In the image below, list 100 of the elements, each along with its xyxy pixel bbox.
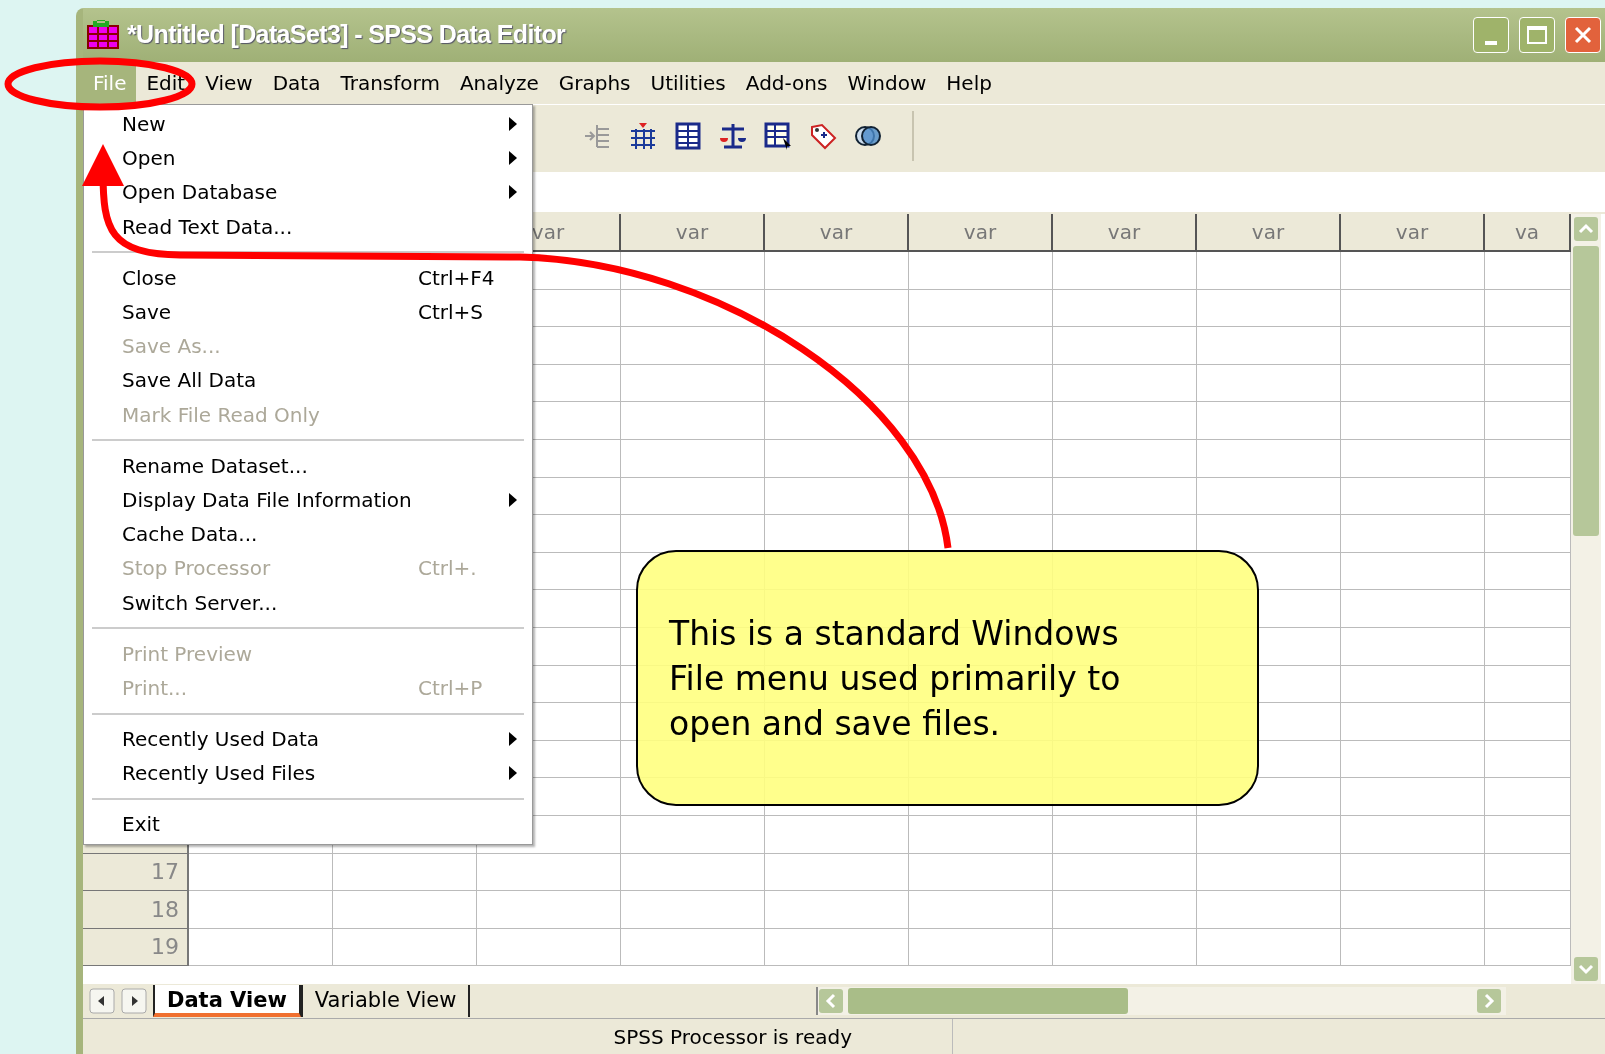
sheet-tab[interactable]: Variable View	[300, 985, 471, 1017]
table-cell[interactable]	[1341, 252, 1485, 290]
table-cell[interactable]	[1197, 815, 1341, 854]
table-cell[interactable]	[1053, 853, 1197, 892]
table-cell[interactable]	[333, 891, 477, 929]
table-cell[interactable]	[1053, 289, 1197, 328]
table-cell[interactable]	[1053, 327, 1197, 365]
table-cell[interactable]	[1197, 477, 1341, 516]
table-cell[interactable]	[621, 402, 765, 440]
table-cell[interactable]	[765, 402, 909, 440]
menu-entry[interactable]: Cache Data...	[84, 517, 532, 552]
maximize-button[interactable]	[1519, 17, 1555, 53]
table-cell[interactable]	[189, 928, 333, 967]
table-cell[interactable]	[909, 327, 1053, 365]
menu-entry[interactable]: Recently Used Files	[84, 756, 532, 791]
table-cell[interactable]	[1197, 402, 1341, 440]
tab-right-icon[interactable]	[121, 988, 147, 1014]
table-cell[interactable]	[477, 928, 621, 967]
table-cell[interactable]	[1341, 815, 1485, 854]
table-cell[interactable]	[621, 928, 765, 967]
table-cell[interactable]	[909, 928, 1053, 967]
column-header[interactable]: var	[621, 214, 765, 252]
table-cell[interactable]	[1053, 252, 1197, 290]
table-cell[interactable]	[909, 477, 1053, 516]
table-cell[interactable]	[1053, 364, 1197, 403]
grid-select-icon[interactable]	[763, 120, 793, 151]
table-cell[interactable]	[621, 853, 765, 892]
table-cell[interactable]	[1197, 439, 1341, 478]
table-cell[interactable]	[1341, 327, 1485, 365]
table-cell[interactable]	[1341, 891, 1485, 929]
table-cell[interactable]	[1341, 853, 1485, 892]
table-cell[interactable]	[189, 891, 333, 929]
table-cell[interactable]	[909, 891, 1053, 929]
table-cell[interactable]	[765, 252, 909, 290]
table-cell[interactable]	[1197, 289, 1341, 328]
table-cell[interactable]	[1341, 928, 1485, 967]
table-cell[interactable]	[909, 252, 1053, 290]
table-cell[interactable]	[909, 815, 1053, 854]
table-cell[interactable]	[189, 853, 333, 892]
table-cell[interactable]	[1341, 703, 1485, 741]
menu-item[interactable]: Window	[837, 62, 937, 104]
table-cell[interactable]	[621, 252, 765, 290]
scroll-left-icon[interactable]	[818, 988, 845, 1014]
table-cell[interactable]	[621, 477, 765, 516]
table-cell[interactable]	[1197, 252, 1341, 290]
scroll-down-icon[interactable]	[1573, 956, 1599, 982]
table-cell[interactable]	[1053, 439, 1197, 478]
table-cell[interactable]	[909, 402, 1053, 440]
menu-item[interactable]: Transform	[330, 62, 450, 104]
table-cell[interactable]	[1341, 627, 1485, 666]
table-cell[interactable]	[1053, 477, 1197, 516]
menu-item[interactable]: Graphs	[548, 62, 641, 104]
table-cell[interactable]	[477, 891, 621, 929]
table-cell[interactable]	[621, 439, 765, 478]
scroll-thumb[interactable]	[1573, 246, 1599, 536]
table-cell[interactable]	[909, 364, 1053, 403]
column-header[interactable]: var	[1197, 214, 1341, 252]
table-cell[interactable]	[1341, 364, 1485, 403]
scroll-up-icon[interactable]	[1573, 216, 1599, 242]
menu-entry[interactable]: Close Ctrl+F4	[84, 260, 532, 295]
sheet-tab[interactable]: Data View	[153, 985, 301, 1017]
menu-item[interactable]: Add-ons	[735, 62, 838, 104]
table-cell[interactable]	[909, 439, 1053, 478]
table-cell[interactable]	[1197, 891, 1341, 929]
table-cell[interactable]	[621, 364, 765, 403]
table-cell[interactable]	[1053, 815, 1197, 854]
tab-left-icon[interactable]	[89, 988, 115, 1014]
close-button[interactable]	[1565, 17, 1601, 53]
table-cell[interactable]	[621, 327, 765, 365]
table-cell[interactable]	[1197, 364, 1341, 403]
table-cell[interactable]	[621, 289, 765, 328]
table-cell[interactable]	[477, 853, 621, 892]
table-cell[interactable]	[765, 364, 909, 403]
table-cell[interactable]	[765, 439, 909, 478]
column-header[interactable]: var	[909, 214, 1053, 252]
menu-entry[interactable]: New	[84, 107, 532, 142]
horizontal-scrollbar[interactable]	[816, 987, 1507, 1015]
menu-entry[interactable]: Rename Dataset...	[84, 448, 532, 483]
column-header[interactable]: var	[1053, 214, 1197, 252]
table-cell[interactable]	[909, 853, 1053, 892]
menu-entry[interactable]: Save Ctrl+S	[84, 294, 532, 330]
table-cell[interactable]	[333, 928, 477, 967]
table-cell[interactable]	[909, 289, 1053, 328]
table-cell[interactable]	[1341, 665, 1485, 704]
table-cell[interactable]	[1341, 477, 1485, 516]
table-cell[interactable]	[1341, 402, 1485, 440]
table-cell[interactable]	[1341, 515, 1485, 553]
table-cell[interactable]	[1053, 928, 1197, 967]
menu-entry[interactable]: Recently Used Data	[84, 722, 532, 757]
table-cell[interactable]	[1341, 289, 1485, 328]
menu-item[interactable]: Utilities	[640, 62, 736, 104]
table-cell[interactable]	[1341, 439, 1485, 478]
table-cell[interactable]	[1053, 402, 1197, 440]
table-cell[interactable]	[1341, 590, 1485, 628]
table-cell[interactable]	[765, 928, 909, 967]
vertical-scrollbar[interactable]	[1571, 214, 1601, 984]
column-header[interactable]: va	[1485, 214, 1571, 252]
table-cell[interactable]	[1341, 552, 1485, 591]
table-cell[interactable]	[1053, 891, 1197, 929]
table-cell[interactable]	[333, 853, 477, 892]
